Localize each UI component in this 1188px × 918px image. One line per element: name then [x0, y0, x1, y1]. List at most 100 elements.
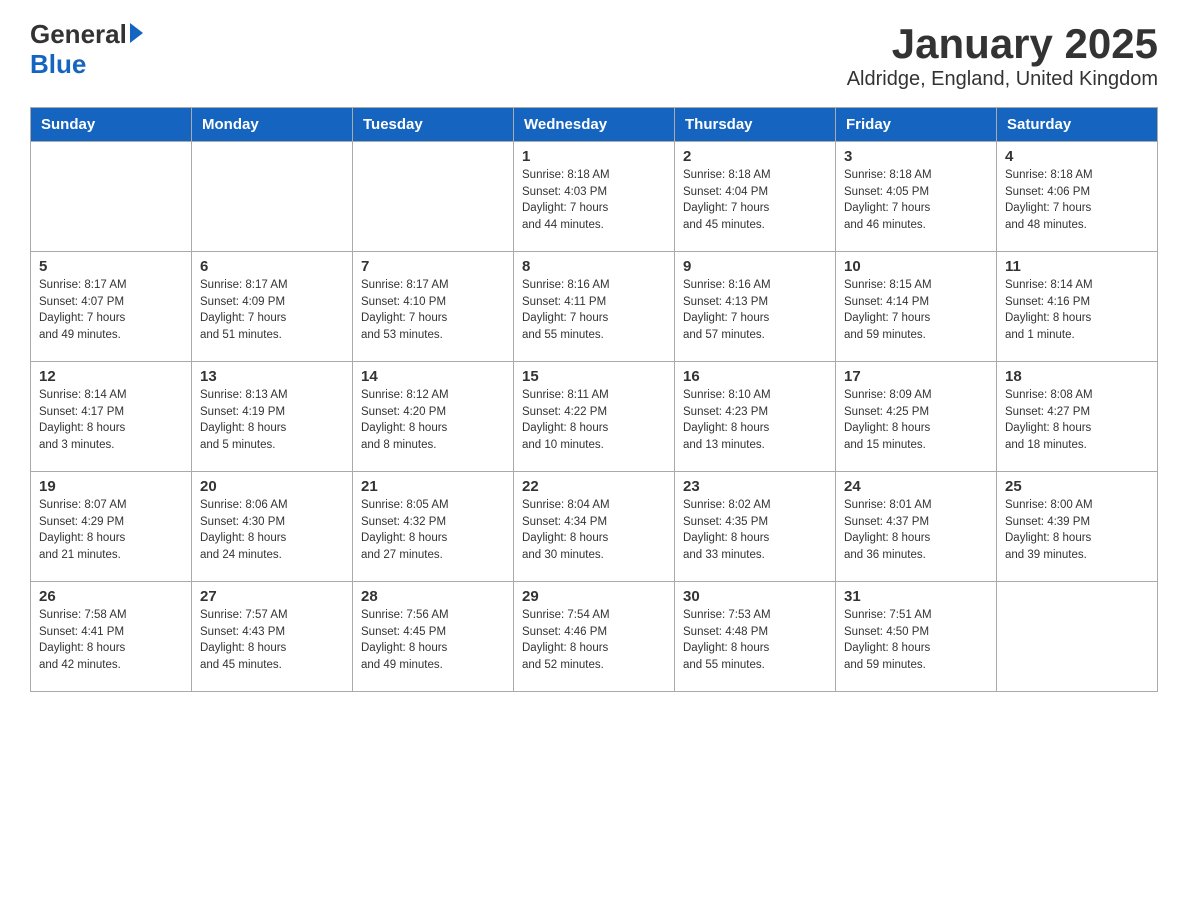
calendar-cell: 30 Sunrise: 7:53 AM Sunset: 4:48 PM Dayli…: [675, 582, 836, 692]
calendar-cell: 26 Sunrise: 7:58 AM Sunset: 4:41 PM Dayli…: [31, 582, 192, 692]
calendar-cell: 24 Sunrise: 8:01 AM Sunset: 4:37 PM Dayli…: [836, 472, 997, 582]
calendar-cell: 11 Sunrise: 8:14 AM Sunset: 4:16 PM Dayli…: [997, 252, 1158, 362]
day-info: Sunrise: 8:08 AM Sunset: 4:27 PM Dayligh…: [1005, 387, 1149, 454]
calendar-cell: 17Sunrise: 8:09 AM Sunset: 4:25 PM Dayli…: [836, 362, 997, 472]
day-info: Sunrise: 8:18 AM Sunset: 4:05 PM Dayligh…: [844, 167, 988, 234]
calendar-header-sunday: Sunday: [31, 108, 192, 142]
day-number: 28: [361, 588, 505, 605]
day-info: Sunrise: 8:14 AM Sunset: 4:16 PM Dayligh…: [1005, 277, 1149, 344]
day-number: 8: [522, 258, 666, 275]
day-number: 4: [1005, 148, 1149, 165]
calendar-cell: 13Sunrise: 8:13 AM Sunset: 4:19 PM Dayli…: [192, 362, 353, 472]
day-info: Sunrise: 7:57 AM Sunset: 4:43 PM Dayligh…: [200, 607, 344, 674]
logo-arrow-icon: [130, 23, 143, 43]
calendar-cell: 12Sunrise: 8:14 AM Sunset: 4:17 PM Dayli…: [31, 362, 192, 472]
day-info: Sunrise: 8:04 AM Sunset: 4:34 PM Dayligh…: [522, 497, 666, 564]
day-info: Sunrise: 7:51 AM Sunset: 4:50 PM Dayligh…: [844, 607, 988, 674]
calendar-cell: 15 Sunrise: 8:11 AM Sunset: 4:22 PM Dayli…: [514, 362, 675, 472]
calendar-cell: [997, 582, 1158, 692]
calendar-header-saturday: Saturday: [997, 108, 1158, 142]
calendar-cell: 9Sunrise: 8:16 AM Sunset: 4:13 PM Daylig…: [675, 252, 836, 362]
calendar-cell: 18 Sunrise: 8:08 AM Sunset: 4:27 PM Dayli…: [997, 362, 1158, 472]
day-number: 3: [844, 148, 988, 165]
calendar-cell: [192, 142, 353, 252]
calendar-cell: 27Sunrise: 7:57 AM Sunset: 4:43 PM Dayli…: [192, 582, 353, 692]
calendar-cell: [31, 142, 192, 252]
day-number: 14: [361, 368, 505, 385]
calendar-title-block: January 2025 Aldridge, England, United K…: [847, 20, 1158, 91]
calendar-cell: 4 Sunrise: 8:18 AM Sunset: 4:06 PM Daylig…: [997, 142, 1158, 252]
day-number: 6: [200, 258, 344, 275]
calendar-cell: 6 Sunrise: 8:17 AM Sunset: 4:09 PM Daylig…: [192, 252, 353, 362]
logo: General Blue: [30, 20, 143, 80]
logo-blue-text: Blue: [30, 49, 86, 79]
day-info: Sunrise: 8:17 AM Sunset: 4:10 PM Dayligh…: [361, 277, 505, 344]
day-info: Sunrise: 8:05 AM Sunset: 4:32 PM Dayligh…: [361, 497, 505, 564]
calendar-cell: 10 Sunrise: 8:15 AM Sunset: 4:14 PM Dayli…: [836, 252, 997, 362]
day-number: 16: [683, 368, 827, 385]
day-number: 24: [844, 478, 988, 495]
day-number: 18: [1005, 368, 1149, 385]
calendar-cell: 21 Sunrise: 8:05 AM Sunset: 4:32 PM Dayli…: [353, 472, 514, 582]
day-number: 17: [844, 368, 988, 385]
day-number: 7: [361, 258, 505, 275]
calendar-cell: 31 Sunrise: 7:51 AM Sunset: 4:50 PM Dayli…: [836, 582, 997, 692]
calendar-cell: 8Sunrise: 8:16 AM Sunset: 4:11 PM Daylig…: [514, 252, 675, 362]
calendar-cell: 3 Sunrise: 8:18 AM Sunset: 4:05 PM Daylig…: [836, 142, 997, 252]
day-number: 20: [200, 478, 344, 495]
day-info: Sunrise: 8:17 AM Sunset: 4:07 PM Dayligh…: [39, 277, 183, 344]
day-info: Sunrise: 8:18 AM Sunset: 4:06 PM Dayligh…: [1005, 167, 1149, 234]
day-number: 21: [361, 478, 505, 495]
day-number: 23: [683, 478, 827, 495]
day-info: Sunrise: 8:17 AM Sunset: 4:09 PM Dayligh…: [200, 277, 344, 344]
day-number: 13: [200, 368, 344, 385]
calendar-cell: 5 Sunrise: 8:17 AM Sunset: 4:07 PM Daylig…: [31, 252, 192, 362]
calendar-row: 5 Sunrise: 8:17 AM Sunset: 4:07 PM Daylig…: [31, 252, 1158, 362]
day-info: Sunrise: 8:18 AM Sunset: 4:03 PM Dayligh…: [522, 167, 666, 234]
calendar-cell: 7 Sunrise: 8:17 AM Sunset: 4:10 PM Daylig…: [353, 252, 514, 362]
day-info: Sunrise: 7:58 AM Sunset: 4:41 PM Dayligh…: [39, 607, 183, 674]
calendar-cell: [353, 142, 514, 252]
calendar-cell: 29 Sunrise: 7:54 AM Sunset: 4:46 PM Dayli…: [514, 582, 675, 692]
logo-general-text: General: [30, 20, 127, 49]
day-info: Sunrise: 8:18 AM Sunset: 4:04 PM Dayligh…: [683, 167, 827, 234]
day-info: Sunrise: 7:53 AM Sunset: 4:48 PM Dayligh…: [683, 607, 827, 674]
day-number: 30: [683, 588, 827, 605]
page-header: General Blue January 2025 Aldridge, Engl…: [30, 20, 1158, 91]
calendar-table: SundayMondayTuesdayWednesdayThursdayFrid…: [30, 107, 1158, 692]
calendar-cell: 1 Sunrise: 8:18 AM Sunset: 4:03 PM Daylig…: [514, 142, 675, 252]
day-number: 31: [844, 588, 988, 605]
day-info: Sunrise: 8:12 AM Sunset: 4:20 PM Dayligh…: [361, 387, 505, 454]
calendar-header-row: SundayMondayTuesdayWednesdayThursdayFrid…: [31, 108, 1158, 142]
day-info: Sunrise: 8:15 AM Sunset: 4:14 PM Dayligh…: [844, 277, 988, 344]
day-number: 1: [522, 148, 666, 165]
day-number: 15: [522, 368, 666, 385]
calendar-cell: 22 Sunrise: 8:04 AM Sunset: 4:34 PM Dayli…: [514, 472, 675, 582]
day-info: Sunrise: 8:00 AM Sunset: 4:39 PM Dayligh…: [1005, 497, 1149, 564]
day-number: 11: [1005, 258, 1149, 275]
day-info: Sunrise: 8:02 AM Sunset: 4:35 PM Dayligh…: [683, 497, 827, 564]
day-info: Sunrise: 8:11 AM Sunset: 4:22 PM Dayligh…: [522, 387, 666, 454]
calendar-title: January 2025: [847, 20, 1158, 68]
calendar-header-thursday: Thursday: [675, 108, 836, 142]
day-number: 12: [39, 368, 183, 385]
day-info: Sunrise: 7:54 AM Sunset: 4:46 PM Dayligh…: [522, 607, 666, 674]
day-number: 10: [844, 258, 988, 275]
calendar-cell: 14 Sunrise: 8:12 AM Sunset: 4:20 PM Dayli…: [353, 362, 514, 472]
day-info: Sunrise: 8:01 AM Sunset: 4:37 PM Dayligh…: [844, 497, 988, 564]
calendar-header-wednesday: Wednesday: [514, 108, 675, 142]
day-number: 29: [522, 588, 666, 605]
day-number: 19: [39, 478, 183, 495]
calendar-row: 1 Sunrise: 8:18 AM Sunset: 4:03 PM Daylig…: [31, 142, 1158, 252]
day-number: 26: [39, 588, 183, 605]
calendar-header-friday: Friday: [836, 108, 997, 142]
day-number: 22: [522, 478, 666, 495]
calendar-row: 26 Sunrise: 7:58 AM Sunset: 4:41 PM Dayli…: [31, 582, 1158, 692]
calendar-header-tuesday: Tuesday: [353, 108, 514, 142]
calendar-header-monday: Monday: [192, 108, 353, 142]
calendar-row: 12Sunrise: 8:14 AM Sunset: 4:17 PM Dayli…: [31, 362, 1158, 472]
calendar-cell: 19Sunrise: 8:07 AM Sunset: 4:29 PM Dayli…: [31, 472, 192, 582]
calendar-cell: 25Sunrise: 8:00 AM Sunset: 4:39 PM Dayli…: [997, 472, 1158, 582]
day-number: 5: [39, 258, 183, 275]
day-info: Sunrise: 7:56 AM Sunset: 4:45 PM Dayligh…: [361, 607, 505, 674]
